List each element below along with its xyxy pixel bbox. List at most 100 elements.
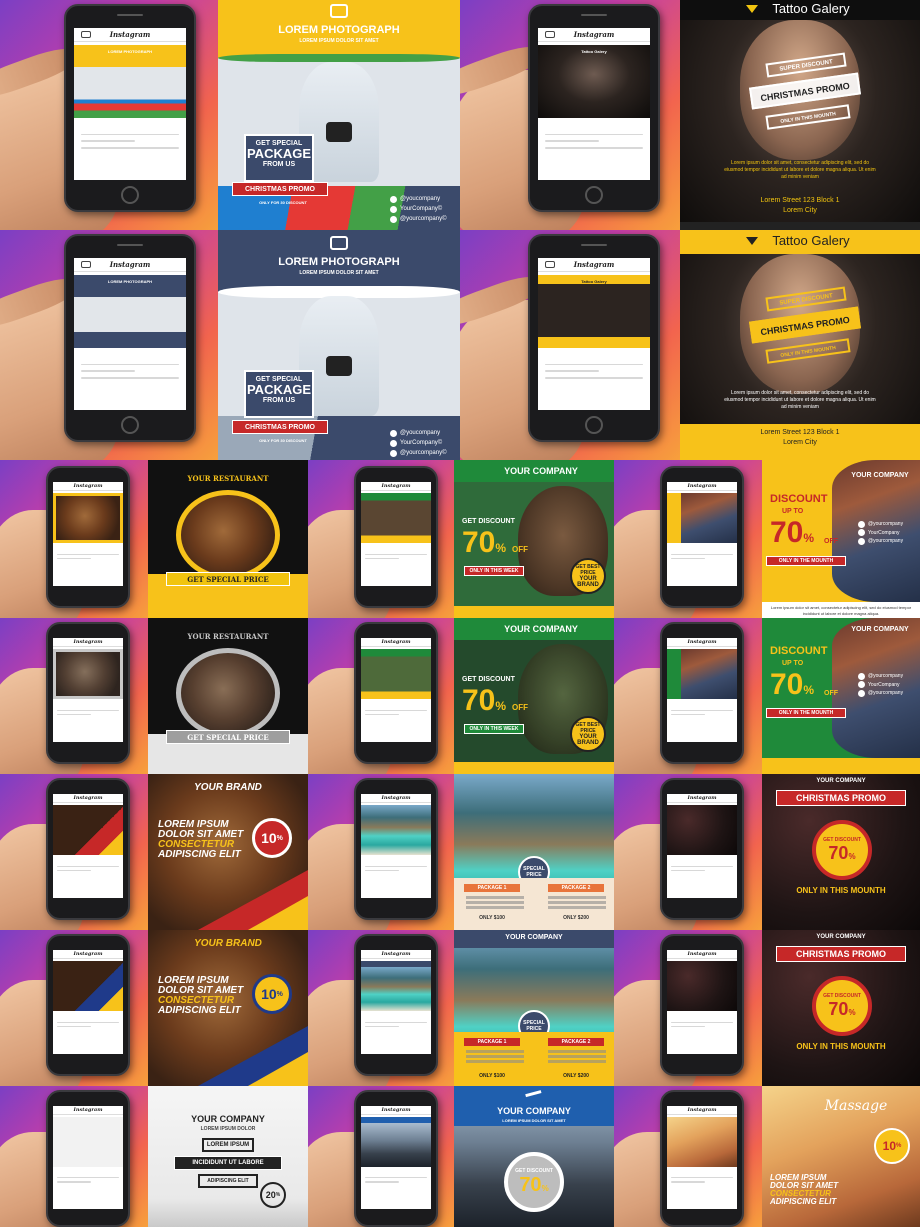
travel-template-blue: YOUR COMPANY SPECIAL PRICE PACKAGE 1 PACK… [454, 930, 614, 1086]
discount-badge: GET DISCOUNT 70% [504, 1152, 564, 1212]
package-1-label: PACKAGE 1 [464, 884, 520, 892]
camera-photo [326, 356, 352, 376]
twitter-icon [390, 429, 397, 437]
feed-lines [74, 125, 186, 180]
phone-mockup-brand-red: Instagram [0, 774, 148, 930]
phone-mockup-logo: Instagram [0, 1086, 148, 1227]
facebook-icon [390, 439, 397, 447]
facebook-icon [390, 205, 397, 213]
discount-value: 70% [770, 668, 815, 701]
brand-template-yellow: YOUR BRAND LOREM IPSUM DOLOR SIT AMET CONS… [148, 930, 308, 1086]
phone-mockup-photograph-color: Instagram LOREM PHOTOGRAPH [0, 0, 218, 230]
phone: Instagram Tattoo Galery [528, 4, 660, 212]
phone-screen: Instagram LOREM PHOTOGRAPH [74, 258, 186, 410]
brand-badge: GET BEST PRICE YOUR BRAND [570, 716, 606, 752]
twitter-icon [858, 672, 865, 680]
city-line: Lorem City [783, 207, 817, 214]
camera-icon [80, 260, 91, 268]
instagram-header: Instagram [538, 28, 650, 42]
instagram-icon [858, 537, 865, 545]
phone-mockup-restaurant-silver: Instagram [0, 618, 148, 774]
headline: LOREM IPSUM DOLOR SIT AMET CONSECTETUR ADIP… [158, 819, 244, 860]
template-subtitle: LOREM IPSUM DOLOR SIT AMET [299, 38, 379, 44]
phone-mockup-tattoo-black: Instagram Tattoo Galery [460, 0, 680, 230]
phone-screen: Instagram LOREM PHOTOGRAPH [74, 28, 186, 180]
template-mockup-collage: Instagram LOREM PHOTOGRAPH LOREM PHOTOGR… [0, 0, 920, 1227]
camera-icon [80, 30, 91, 38]
food-photo [176, 490, 280, 580]
facebook-icon [858, 681, 865, 689]
thumbnail-title: LOREM PHOTOGRAPH [107, 49, 153, 55]
instagram-icon [390, 215, 397, 223]
bear-template-green: YOUR COMPANY GET DISCOUNT 70% OFF ONLY I… [454, 618, 614, 774]
phone: Instagram [46, 466, 130, 608]
discount-value: 70% [770, 516, 815, 549]
contact-list: @youcompany YourCompany© @yourcompany© [390, 194, 447, 225]
phone: Instagram Tattoo Galery [528, 234, 660, 442]
facebook-icon [858, 529, 865, 537]
fashion-template-red: YOUR COMPANY DISCOUNT UP TO 70% OFF ONLY… [762, 460, 920, 618]
company-name: YOUR COMPANY [191, 1114, 265, 1124]
xmas-template-red: YOUR COMPANY CHRISTMAS PROMO GET DISCOUN… [762, 774, 920, 930]
company-name: YOUR COMPANY [497, 1106, 571, 1116]
tattoo-template-black: Tattoo Galery SUPER DISCOUNT CHRISTMAS P… [680, 0, 920, 230]
brand-badge: GET BEST PRICE YOUR BRAND [570, 558, 606, 594]
app-name: Instagram [109, 29, 151, 39]
twitter-icon [390, 195, 397, 203]
phone-mockup-massage: Instagram [614, 1086, 762, 1227]
instagram-icon [390, 449, 397, 457]
headline: LOREM IPSUM DOLOR SIT AMET CONSECTETUR ADIP… [770, 1173, 839, 1206]
phone: Instagram LOREM PHOTOGRAPH [64, 234, 196, 442]
phone-mockup-bear-green: Instagram [308, 618, 454, 774]
headline: LOREM IPSUM DOLOR SIT AMET CONSECTETUR ADIP… [158, 975, 244, 1016]
logo-template: YOUR COMPANY LOREM IPSUM DOLOR LOREM IPS… [148, 1086, 308, 1227]
template-title: Massage [824, 1098, 888, 1114]
camera-photo [326, 122, 352, 142]
discount-badge: GET DISCOUNT 70% [812, 976, 872, 1036]
phone-mockup-fashion-green: Instagram [614, 618, 762, 774]
phone-mockup-tattoo-yellow: Instagram Tattoo Galery [460, 230, 680, 460]
camera-icon [330, 4, 348, 18]
fashion-template-green: YOUR COMPANY DISCOUNT UP TO 70% OFF ONLY… [762, 618, 920, 774]
phone-mockup-travel-orange: Instagram [308, 774, 454, 930]
address-line: Lorem Street 123 Block 1 [760, 197, 840, 204]
bear-template-yellow: YOUR COMPANY GET DISCOUNT 70% OFF ONLY I… [454, 460, 614, 618]
price-ribbon: GET SPECIAL PRICE [166, 572, 290, 586]
phone-mockup-bear-yellow: Instagram [308, 460, 454, 618]
discount-value: 70% [462, 684, 507, 717]
photograph-template-color: LOREM PHOTOGRAPH LOREM IPSUM DOLOR SIT A… [218, 0, 460, 230]
package-badge: GET SPECIAL PACKAGE FROM US [244, 134, 314, 182]
contact-list: @youcompany YourCompany© @yourcompany© [390, 428, 447, 459]
phone: Instagram LOREM PHOTOGRAPH [64, 4, 196, 212]
camera-icon [330, 236, 348, 250]
post-thumbnail: LOREM PHOTOGRAPH [74, 44, 186, 118]
discount-value: 70% [462, 526, 507, 559]
template-title: YOUR RESTAURANT [187, 474, 269, 483]
phone-mockup-car: Instagram [308, 1086, 454, 1227]
phone-mockup-brand-yellow: Instagram [0, 930, 148, 1086]
discount-badge: 10% [252, 818, 292, 858]
camera-icon [544, 260, 555, 268]
package-badge: GET SPECIAL PACKAGE FROM US [244, 370, 314, 418]
discount-badge: GET DISCOUNT 70% [812, 820, 872, 880]
phone-mockup-xmas-red: Instagram [614, 774, 762, 930]
template-title: Tattoo Galery [772, 1, 850, 16]
contact-list: @yourcompany YourCompany @yourcompany [858, 672, 903, 698]
camera-icon [544, 30, 555, 38]
package-2-label: PACKAGE 2 [548, 884, 604, 892]
food-photo [176, 648, 280, 738]
phone-screen: Instagram Tattoo Galery [538, 28, 650, 180]
christmas-ribbon: CHRISTMAS PROMO [232, 420, 328, 434]
template-title: YOUR BRAND [194, 782, 262, 793]
company-name: YOUR COMPANY [504, 466, 578, 476]
christmas-ribbon: CHRISTMAS PROMO [232, 182, 328, 196]
discount-badge: 10% [874, 1128, 910, 1164]
body-text: Lorem ipsum dolor sit amet, consectetur … [724, 160, 876, 180]
logo-ribbon: INCIDIDUNT UT LABORE [174, 1156, 282, 1170]
brand-template-red: YOUR BRAND LOREM IPSUM DOLOR SIT AMET CONS… [148, 774, 308, 930]
template-title: LOREM PHOTOGRAPH [278, 24, 400, 36]
discount-badge: 10% [252, 974, 292, 1014]
phone-mockup-restaurant-yellow: Instagram [0, 460, 148, 618]
discount-badge: 20% [260, 1182, 286, 1208]
tattoo-template-yellow: Tattoo Galery SUPER DISCOUNT CHRISTMAS P… [680, 230, 920, 460]
